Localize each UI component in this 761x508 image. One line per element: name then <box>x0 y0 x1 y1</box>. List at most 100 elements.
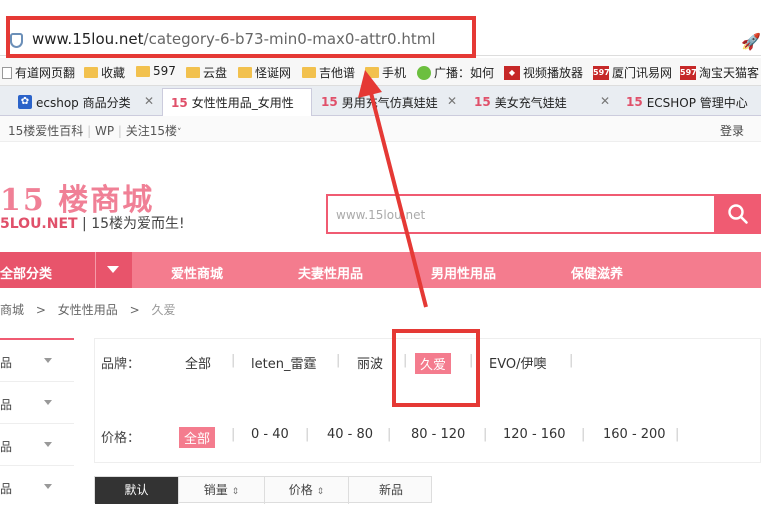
sort-sales-label: 销量 <box>203 483 228 497</box>
main-nav: 全部分类 爱性商城 夫妻性用品 男用性用品 保健滋养 <box>0 252 761 288</box>
bookmark-label: 吉他谱 <box>319 66 356 80</box>
site-topbar: 15楼爱性百科 | WP | 关注15楼˅ 登录 <box>0 116 761 142</box>
rocket-icon[interactable]: 🚀 <box>741 32 761 51</box>
browser-tab[interactable]: 15 美女充气娃娃 ✕ <box>466 88 618 116</box>
tab-label: 女性性用品_女用性 <box>191 96 294 110</box>
sidebar-item[interactable]: 品 <box>0 466 74 508</box>
logo-slogan: 5LOU.NET | 15楼为爱而生! <box>0 213 185 233</box>
search-icon <box>728 204 748 224</box>
breadcrumb-item[interactable]: 女性性用品 <box>58 303 118 317</box>
tab-label: 美女充气娃娃 <box>494 95 567 110</box>
bookmark-item[interactable]: 云盘 <box>186 64 227 81</box>
search-box[interactable]: www.15lou.net <box>326 194 716 234</box>
page-icon <box>2 66 12 79</box>
sidebar-item-label: 品 <box>0 440 13 454</box>
sidebar-item[interactable]: 品 <box>0 340 74 382</box>
price-option[interactable]: 80 - 120 <box>411 427 465 442</box>
topbar-link-wiki[interactable]: 15楼爱性百科 <box>8 124 83 138</box>
breadcrumb-current: 久爱 <box>151 303 176 317</box>
sidebar-item[interactable]: 品 <box>0 382 74 424</box>
brand-option[interactable]: leten_雷霆 <box>251 353 316 372</box>
brand-option[interactable]: 全部 <box>185 353 211 372</box>
browser-tab[interactable]: 15 男用充气仿真娃娃 ✕ <box>313 88 465 116</box>
paw-icon: ✿ <box>18 95 32 109</box>
bookmark-label: 广播：如何 <box>434 66 495 80</box>
bookmark-item[interactable]: 吉他谱 <box>302 64 355 81</box>
topbar-link-wp[interactable]: WP <box>95 124 114 138</box>
price-option-selected[interactable]: 全部 <box>179 427 216 448</box>
annotation-url-box <box>6 16 476 58</box>
chevron-down-icon <box>44 484 52 489</box>
topbar-link-follow[interactable]: 关注15楼 <box>126 124 177 138</box>
slogan-text: | 15楼为爱而生! <box>82 216 185 232</box>
bookmark-item[interactable]: 有道网页翻 <box>2 64 75 81</box>
brand-label: 品牌： <box>101 357 141 372</box>
close-icon[interactable]: ✕ <box>144 94 154 108</box>
chevron-down-icon <box>44 442 52 447</box>
bookmark-label: 视频播放器 <box>523 66 584 80</box>
sort-price[interactable]: 价格 ⇕ <box>265 477 349 504</box>
breadcrumb-item[interactable]: 商城 <box>0 303 24 317</box>
price-option[interactable]: 0 - 40 <box>251 427 289 442</box>
sort-arrows-icon: ⇕ <box>231 487 240 497</box>
red-badge-icon: 597 <box>680 65 697 80</box>
sort-sales[interactable]: 销量 ⇕ <box>179 477 265 504</box>
breadcrumb-separator: > <box>35 303 46 317</box>
bookmark-label: 收藏 <box>101 66 126 80</box>
brand-option[interactable]: EVO/伊噢 <box>489 353 547 372</box>
price-label: 价格： <box>101 431 141 446</box>
nav-item[interactable]: 保健滋养 <box>571 263 623 282</box>
search-button[interactable] <box>715 194 761 234</box>
site-logo[interactable]: 15 楼商城 5LOU.NET | 15楼为爱而生! <box>0 175 185 232</box>
bookmark-item[interactable]: 广播：如何 <box>417 64 494 81</box>
close-icon[interactable]: ✕ <box>447 94 457 108</box>
folder-icon <box>84 67 98 78</box>
bookmark-item[interactable]: ◆ 视频播放器 <box>504 64 583 81</box>
folder-icon <box>186 67 200 78</box>
breadcrumb-separator: > <box>129 303 140 317</box>
price-option[interactable]: 40 - 80 <box>327 427 373 442</box>
tab-strip: ✿ ecshop 商品分类 ✕ 15 女性性用品_女用性 15 男用充气仿真娃娃… <box>0 86 761 116</box>
bookmark-label: 有道网页翻 <box>15 66 76 80</box>
nav-item[interactable]: 男用性用品 <box>431 263 496 282</box>
sort-new[interactable]: 新品 <box>349 477 433 504</box>
folder-icon <box>365 67 379 78</box>
wechat-icon <box>417 65 431 80</box>
nav-item[interactable]: 夫妻性用品 <box>298 263 363 282</box>
chevron-down-icon: ˅ <box>177 128 182 138</box>
sort-default[interactable]: 默认 <box>95 477 179 504</box>
topbar-links: 15楼爱性百科 | WP | 关注15楼˅ <box>8 124 182 138</box>
bookmark-item[interactable]: 597 厦门讯易网 <box>593 64 672 81</box>
bookmark-item[interactable]: 收藏 <box>84 64 125 81</box>
search-input[interactable]: www.15lou.net <box>336 208 425 222</box>
bookmark-item[interactable]: 怪诞网 <box>238 64 291 81</box>
browser-tab[interactable]: ✿ ecshop 商品分类 ✕ <box>10 88 162 116</box>
chevron-down-icon <box>107 266 119 273</box>
sort-bar: 默认 销量 ⇕ 价格 ⇕ 新品 <box>94 476 433 504</box>
red-badge-icon: 597 <box>593 65 610 80</box>
close-icon[interactable]: ✕ <box>600 94 610 108</box>
bookmark-item[interactable]: 597 淘宝天猫客 <box>680 64 759 81</box>
site-favicon: 15 <box>474 95 491 109</box>
sort-arrows-icon: ⇕ <box>316 487 325 497</box>
bookmark-item[interactable]: 597 <box>136 64 176 78</box>
browser-tab-active[interactable]: 15 女性性用品_女用性 <box>162 88 312 116</box>
sort-price-label: 价格 <box>288 483 313 497</box>
folder-icon <box>136 65 150 77</box>
chevron-down-icon <box>44 358 52 363</box>
sidebar-item[interactable]: 品 <box>0 424 74 466</box>
tab-label: ECSHOP 管理中心 <box>646 95 748 110</box>
all-categories-button[interactable]: 全部分类 <box>0 252 132 288</box>
sidebar-item-label: 品 <box>0 398 13 412</box>
brand-option[interactable]: 丽波 <box>357 353 383 372</box>
bookmark-label: 厦门讯易网 <box>612 66 673 80</box>
nav-item[interactable]: 爱性商城 <box>171 263 223 282</box>
bookmark-item[interactable]: 手机 <box>365 64 406 81</box>
browser-tab[interactable]: 15 ECSHOP 管理中心 <box>618 88 761 116</box>
price-option[interactable]: 120 - 160 <box>503 427 566 442</box>
sidebar-item-label: 品 <box>0 356 13 370</box>
login-link[interactable]: 登录 <box>720 122 744 139</box>
site-favicon: 15 <box>321 95 338 109</box>
price-option[interactable]: 160 - 200 <box>603 427 666 442</box>
all-categories-label: 全部分类 <box>0 267 53 282</box>
